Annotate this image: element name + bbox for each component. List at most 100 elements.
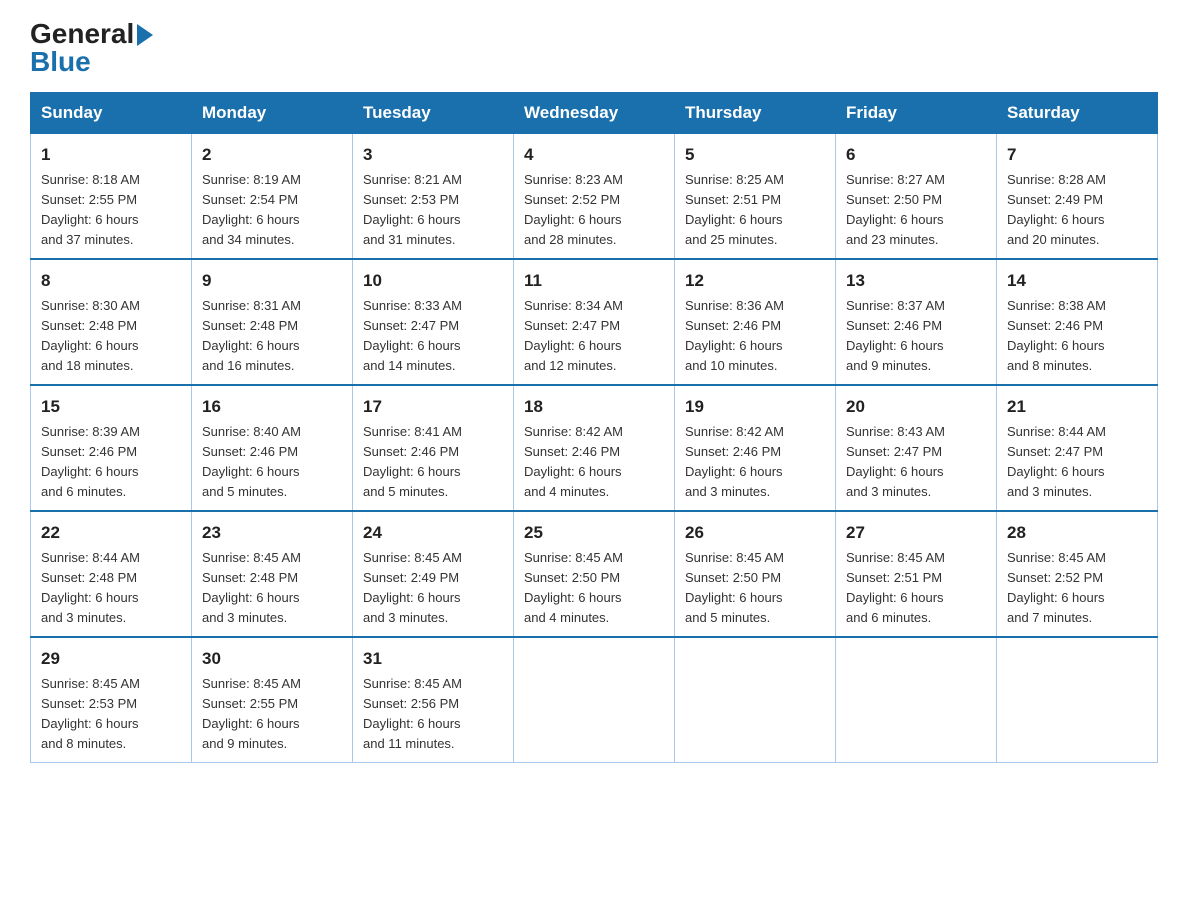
day-info: Sunrise: 8:45 AMSunset: 2:49 PMDaylight:…: [363, 548, 503, 629]
calendar-week-1: 1Sunrise: 8:18 AMSunset: 2:55 PMDaylight…: [31, 134, 1158, 260]
calendar-cell: 4Sunrise: 8:23 AMSunset: 2:52 PMDaylight…: [514, 134, 675, 260]
day-number: 12: [685, 268, 825, 294]
logo-arrow-icon: [137, 24, 153, 46]
calendar-cell: 3Sunrise: 8:21 AMSunset: 2:53 PMDaylight…: [353, 134, 514, 260]
calendar-cell: 21Sunrise: 8:44 AMSunset: 2:47 PMDayligh…: [997, 385, 1158, 511]
calendar-week-2: 8Sunrise: 8:30 AMSunset: 2:48 PMDaylight…: [31, 259, 1158, 385]
day-number: 31: [363, 646, 503, 672]
calendar-cell: [675, 637, 836, 763]
day-number: 18: [524, 394, 664, 420]
calendar-cell: [997, 637, 1158, 763]
calendar-cell: 30Sunrise: 8:45 AMSunset: 2:55 PMDayligh…: [192, 637, 353, 763]
page-header: General Blue: [30, 20, 1158, 76]
day-info: Sunrise: 8:44 AMSunset: 2:48 PMDaylight:…: [41, 548, 181, 629]
day-number: 25: [524, 520, 664, 546]
day-number: 30: [202, 646, 342, 672]
calendar-week-4: 22Sunrise: 8:44 AMSunset: 2:48 PMDayligh…: [31, 511, 1158, 637]
day-info: Sunrise: 8:44 AMSunset: 2:47 PMDaylight:…: [1007, 422, 1147, 503]
day-info: Sunrise: 8:23 AMSunset: 2:52 PMDaylight:…: [524, 170, 664, 251]
calendar-cell: 5Sunrise: 8:25 AMSunset: 2:51 PMDaylight…: [675, 134, 836, 260]
day-number: 10: [363, 268, 503, 294]
weekday-header-friday: Friday: [836, 93, 997, 134]
day-number: 26: [685, 520, 825, 546]
weekday-header-row: SundayMondayTuesdayWednesdayThursdayFrid…: [31, 93, 1158, 134]
day-number: 2: [202, 142, 342, 168]
day-number: 28: [1007, 520, 1147, 546]
day-number: 13: [846, 268, 986, 294]
calendar-cell: 20Sunrise: 8:43 AMSunset: 2:47 PMDayligh…: [836, 385, 997, 511]
calendar-cell: [836, 637, 997, 763]
day-number: 11: [524, 268, 664, 294]
day-info: Sunrise: 8:31 AMSunset: 2:48 PMDaylight:…: [202, 296, 342, 377]
logo-blue-text: Blue: [30, 48, 91, 76]
day-info: Sunrise: 8:45 AMSunset: 2:50 PMDaylight:…: [685, 548, 825, 629]
day-number: 1: [41, 142, 181, 168]
day-number: 15: [41, 394, 181, 420]
day-number: 21: [1007, 394, 1147, 420]
day-info: Sunrise: 8:39 AMSunset: 2:46 PMDaylight:…: [41, 422, 181, 503]
calendar-week-5: 29Sunrise: 8:45 AMSunset: 2:53 PMDayligh…: [31, 637, 1158, 763]
day-info: Sunrise: 8:45 AMSunset: 2:53 PMDaylight:…: [41, 674, 181, 755]
day-info: Sunrise: 8:45 AMSunset: 2:56 PMDaylight:…: [363, 674, 503, 755]
day-info: Sunrise: 8:18 AMSunset: 2:55 PMDaylight:…: [41, 170, 181, 251]
calendar-cell: 15Sunrise: 8:39 AMSunset: 2:46 PMDayligh…: [31, 385, 192, 511]
day-info: Sunrise: 8:42 AMSunset: 2:46 PMDaylight:…: [685, 422, 825, 503]
day-number: 3: [363, 142, 503, 168]
day-info: Sunrise: 8:25 AMSunset: 2:51 PMDaylight:…: [685, 170, 825, 251]
calendar-cell: 26Sunrise: 8:45 AMSunset: 2:50 PMDayligh…: [675, 511, 836, 637]
calendar-cell: 11Sunrise: 8:34 AMSunset: 2:47 PMDayligh…: [514, 259, 675, 385]
calendar-cell: 13Sunrise: 8:37 AMSunset: 2:46 PMDayligh…: [836, 259, 997, 385]
calendar-cell: 23Sunrise: 8:45 AMSunset: 2:48 PMDayligh…: [192, 511, 353, 637]
day-number: 17: [363, 394, 503, 420]
calendar-cell: 7Sunrise: 8:28 AMSunset: 2:49 PMDaylight…: [997, 134, 1158, 260]
weekday-header-wednesday: Wednesday: [514, 93, 675, 134]
logo: General Blue: [30, 20, 153, 76]
weekday-header-tuesday: Tuesday: [353, 93, 514, 134]
weekday-header-sunday: Sunday: [31, 93, 192, 134]
day-info: Sunrise: 8:40 AMSunset: 2:46 PMDaylight:…: [202, 422, 342, 503]
day-number: 14: [1007, 268, 1147, 294]
day-number: 6: [846, 142, 986, 168]
day-info: Sunrise: 8:45 AMSunset: 2:48 PMDaylight:…: [202, 548, 342, 629]
day-info: Sunrise: 8:30 AMSunset: 2:48 PMDaylight:…: [41, 296, 181, 377]
weekday-header-saturday: Saturday: [997, 93, 1158, 134]
day-number: 8: [41, 268, 181, 294]
calendar-cell: 10Sunrise: 8:33 AMSunset: 2:47 PMDayligh…: [353, 259, 514, 385]
day-info: Sunrise: 8:19 AMSunset: 2:54 PMDaylight:…: [202, 170, 342, 251]
day-info: Sunrise: 8:38 AMSunset: 2:46 PMDaylight:…: [1007, 296, 1147, 377]
calendar-cell: 2Sunrise: 8:19 AMSunset: 2:54 PMDaylight…: [192, 134, 353, 260]
day-number: 24: [363, 520, 503, 546]
day-number: 29: [41, 646, 181, 672]
day-number: 23: [202, 520, 342, 546]
day-info: Sunrise: 8:33 AMSunset: 2:47 PMDaylight:…: [363, 296, 503, 377]
day-number: 5: [685, 142, 825, 168]
calendar-cell: 27Sunrise: 8:45 AMSunset: 2:51 PMDayligh…: [836, 511, 997, 637]
day-info: Sunrise: 8:45 AMSunset: 2:52 PMDaylight:…: [1007, 548, 1147, 629]
calendar-cell: 18Sunrise: 8:42 AMSunset: 2:46 PMDayligh…: [514, 385, 675, 511]
calendar-cell: 24Sunrise: 8:45 AMSunset: 2:49 PMDayligh…: [353, 511, 514, 637]
day-info: Sunrise: 8:27 AMSunset: 2:50 PMDaylight:…: [846, 170, 986, 251]
day-info: Sunrise: 8:34 AMSunset: 2:47 PMDaylight:…: [524, 296, 664, 377]
calendar-cell: 16Sunrise: 8:40 AMSunset: 2:46 PMDayligh…: [192, 385, 353, 511]
calendar-cell: 28Sunrise: 8:45 AMSunset: 2:52 PMDayligh…: [997, 511, 1158, 637]
day-info: Sunrise: 8:45 AMSunset: 2:55 PMDaylight:…: [202, 674, 342, 755]
day-number: 19: [685, 394, 825, 420]
calendar-cell: 17Sunrise: 8:41 AMSunset: 2:46 PMDayligh…: [353, 385, 514, 511]
calendar-week-3: 15Sunrise: 8:39 AMSunset: 2:46 PMDayligh…: [31, 385, 1158, 511]
day-info: Sunrise: 8:28 AMSunset: 2:49 PMDaylight:…: [1007, 170, 1147, 251]
calendar-cell: 25Sunrise: 8:45 AMSunset: 2:50 PMDayligh…: [514, 511, 675, 637]
calendar-cell: 29Sunrise: 8:45 AMSunset: 2:53 PMDayligh…: [31, 637, 192, 763]
calendar-table: SundayMondayTuesdayWednesdayThursdayFrid…: [30, 92, 1158, 763]
weekday-header-thursday: Thursday: [675, 93, 836, 134]
day-number: 4: [524, 142, 664, 168]
day-number: 20: [846, 394, 986, 420]
day-info: Sunrise: 8:45 AMSunset: 2:50 PMDaylight:…: [524, 548, 664, 629]
day-info: Sunrise: 8:43 AMSunset: 2:47 PMDaylight:…: [846, 422, 986, 503]
calendar-cell: 31Sunrise: 8:45 AMSunset: 2:56 PMDayligh…: [353, 637, 514, 763]
calendar-cell: [514, 637, 675, 763]
day-number: 16: [202, 394, 342, 420]
day-info: Sunrise: 8:42 AMSunset: 2:46 PMDaylight:…: [524, 422, 664, 503]
day-info: Sunrise: 8:41 AMSunset: 2:46 PMDaylight:…: [363, 422, 503, 503]
day-number: 7: [1007, 142, 1147, 168]
calendar-cell: 22Sunrise: 8:44 AMSunset: 2:48 PMDayligh…: [31, 511, 192, 637]
